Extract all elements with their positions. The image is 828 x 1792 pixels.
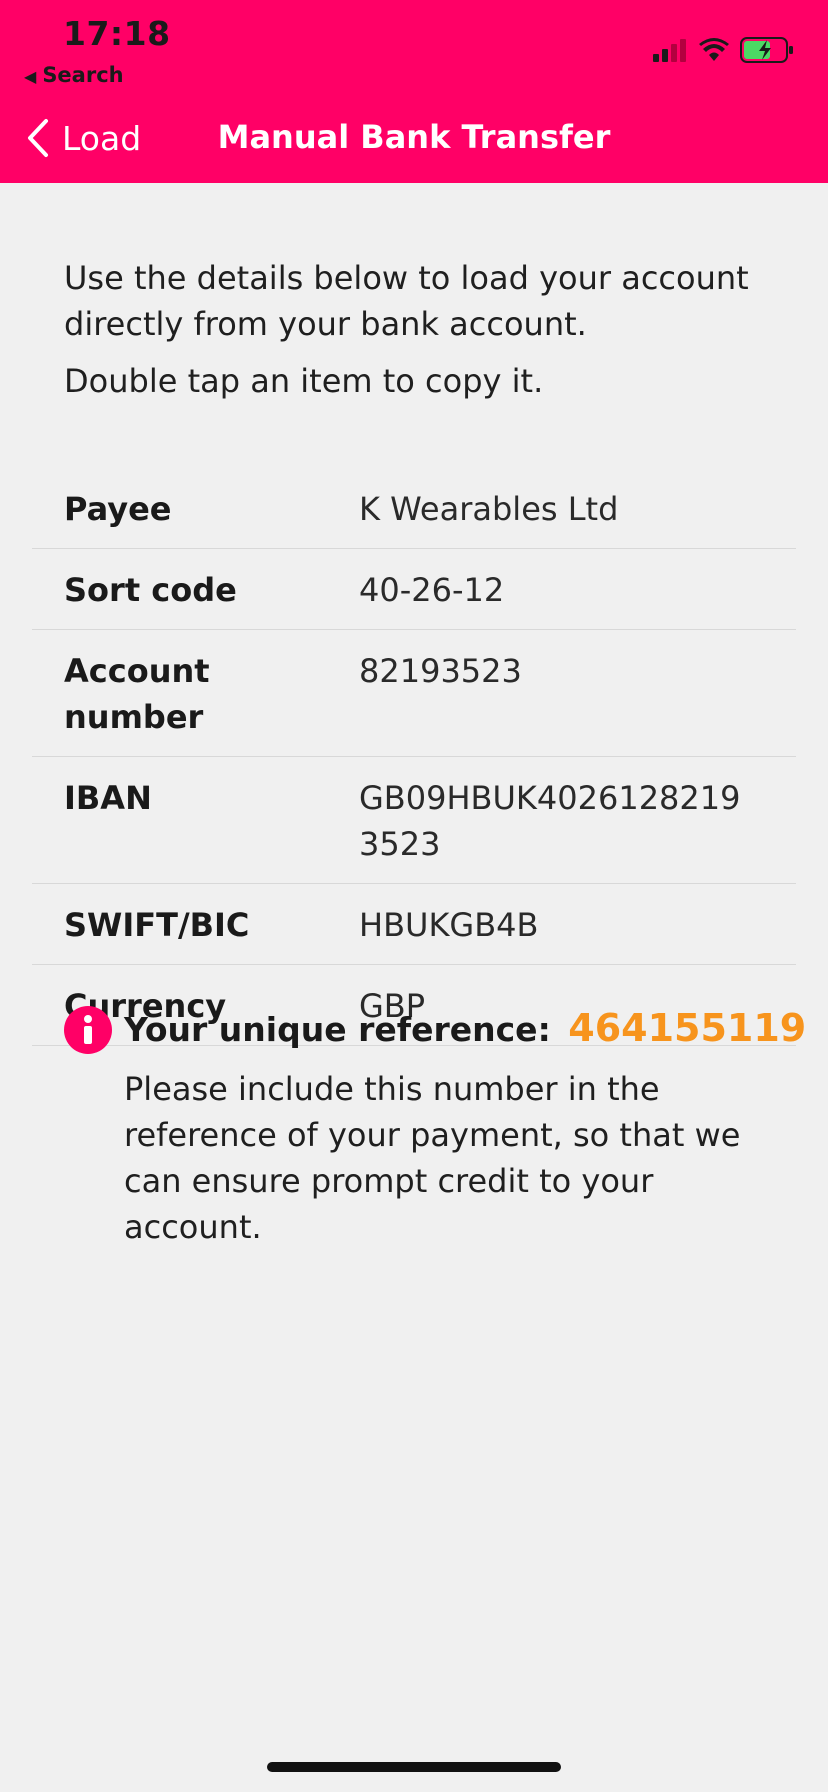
- reference-number[interactable]: 464155119: [568, 1006, 806, 1050]
- wifi-icon: [699, 38, 729, 61]
- bank-details-table: Payee K Wearables Ltd Sort code 40-26-12…: [32, 468, 796, 1046]
- detail-row-account-number[interactable]: Account number 82193523: [32, 630, 796, 757]
- signal-icon: [653, 39, 686, 62]
- detail-row-sort-code[interactable]: Sort code 40-26-12: [32, 549, 796, 630]
- battery-charging-icon: [740, 37, 793, 63]
- info-icon: [64, 1006, 112, 1054]
- copy-hint: Double tap an item to copy it.: [64, 362, 544, 400]
- intro-description: Use the details below to load your accou…: [64, 259, 749, 343]
- detail-value[interactable]: 82193523: [359, 648, 759, 740]
- detail-label: Account number: [64, 652, 210, 736]
- navigation-bar: 17:18 ◀ Search Load Manual Bank Transfer: [0, 0, 828, 183]
- status-back-to-app[interactable]: ◀ Search: [24, 63, 124, 87]
- detail-row-payee[interactable]: Payee K Wearables Ltd: [32, 468, 796, 549]
- reference-label: Your unique reference:: [124, 1010, 551, 1049]
- page-title: Manual Bank Transfer: [217, 118, 611, 156]
- detail-value[interactable]: K Wearables Ltd: [359, 486, 759, 532]
- status-icons: [652, 36, 794, 64]
- back-triangle-icon: ◀: [24, 67, 37, 86]
- reference-note: Please include this number in the refere…: [124, 1070, 741, 1246]
- detail-row-swift-bic[interactable]: SWIFT/BIC HBUKGB4B: [32, 884, 796, 965]
- detail-row-iban[interactable]: IBAN GB09HBUK40261282193523: [32, 757, 796, 884]
- detail-label: Payee: [64, 490, 172, 528]
- detail-label: Sort code: [64, 571, 237, 609]
- detail-label: IBAN: [64, 779, 152, 817]
- detail-label: SWIFT/BIC: [64, 906, 250, 944]
- status-back-label: Search: [42, 63, 124, 87]
- detail-value[interactable]: HBUKGB4B: [359, 902, 759, 948]
- status-time: 17:18: [63, 14, 171, 53]
- reference-heading: Your unique reference: 464155119: [124, 1000, 806, 1058]
- intro-text: Use the details below to load your accou…: [64, 255, 764, 404]
- detail-value[interactable]: 40-26-12: [359, 567, 759, 613]
- detail-value[interactable]: GB09HBUK40261282193523: [359, 775, 759, 867]
- home-indicator[interactable]: [267, 1762, 561, 1772]
